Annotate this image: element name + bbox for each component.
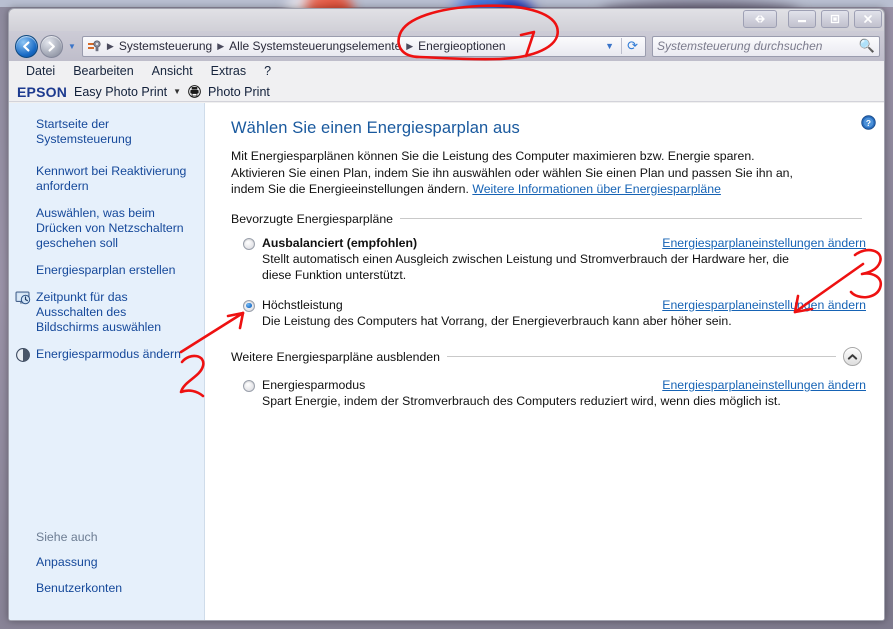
search-input-placeholder[interactable]: Systemsteuerung durchsuchen (657, 39, 859, 53)
preferred-plans-header: Bevorzugte Energiesparpläne (231, 212, 866, 226)
divider (400, 218, 862, 219)
menu-extras[interactable]: Extras (202, 64, 255, 78)
brightness-icon (16, 348, 30, 362)
window-controls (743, 10, 882, 28)
search-box[interactable]: Systemsteuerung durchsuchen 🔍 (652, 35, 880, 57)
breadcrumb-item-2[interactable]: Energieoptionen (415, 39, 508, 53)
plan-description: Spart Energie, indem der Stromverbrauch … (262, 394, 781, 408)
chevron-up-icon[interactable] (843, 347, 862, 366)
plan-settings-link[interactable]: Energiesparplaneinstellungen ändern (644, 378, 866, 392)
sidebar-item-require-password[interactable]: Kennwort bei Reaktivierung anfordern (9, 164, 204, 194)
epson-toolbar: EPSON Easy Photo Print ▼ Photo Print (9, 82, 884, 102)
content-area: Startseite der Systemsteuerung Kennwort … (9, 103, 884, 620)
plan-radio-hoechstleistung[interactable] (243, 299, 255, 312)
monitor-clock-icon (15, 291, 31, 305)
see-also-link-anpassung[interactable]: Anpassung (36, 555, 193, 570)
back-button[interactable] (15, 34, 38, 58)
recent-pages-dropdown-icon[interactable]: ▼ (68, 42, 76, 51)
title-bar[interactable] (9, 9, 884, 31)
see-also-heading: Siehe auch (36, 530, 98, 544)
maximize-button[interactable] (821, 10, 849, 28)
plan-radio-ausbalanciert[interactable] (243, 237, 255, 250)
sidebar-item-label: Zeitpunkt für das Ausschalten des Bildsc… (36, 290, 162, 334)
page-title: Wählen Sie einen Energiesparplan aus (231, 119, 520, 137)
plan-settings-link[interactable]: Energiesparplaneinstellungen ändern (644, 298, 866, 312)
plan-description: Die Leistung des Computers hat Vorrang, … (262, 313, 732, 328)
menu-bearbeiten[interactable]: Bearbeiten (64, 64, 142, 78)
chevron-down-icon[interactable]: ▼ (173, 87, 181, 96)
sidebar-item-change-sleep-settings[interactable]: Energiesparmodus ändern (9, 347, 204, 362)
plan-settings-link[interactable]: Energiesparplaneinstellungen ändern (644, 236, 866, 250)
intro-text: Mit Energiesparplänen können Sie die Lei… (231, 148, 811, 198)
forward-button[interactable] (40, 34, 63, 58)
breadcrumb-separator: ▶ (217, 40, 225, 51)
plan-item-energiesparmodus[interactable]: Energiesparmodus Energiesparplaneinstell… (231, 378, 866, 410)
plan-header-row: Energiesparmodus Energiesparplaneinstell… (243, 378, 866, 392)
more-plans-header: Weitere Energiesparpläne ausblenden (231, 347, 866, 366)
search-icon[interactable]: 🔍 (859, 38, 875, 54)
epson-logo: EPSON (17, 83, 68, 100)
plan-name[interactable]: Ausbalanciert (empfohlen) (262, 236, 644, 250)
menu-ansicht[interactable]: Ansicht (143, 64, 202, 78)
menu-help[interactable]: ? (255, 64, 280, 78)
help-icon[interactable]: ? (861, 115, 876, 130)
breadcrumb-item-1[interactable]: Alle Systemsteuerungselemente (226, 39, 404, 53)
easy-photo-print-button[interactable]: Easy Photo Print (74, 85, 167, 99)
main-panel: ? Wählen Sie einen Energiesparplan aus M… (205, 103, 884, 620)
sidebar: Startseite der Systemsteuerung Kennwort … (9, 103, 205, 620)
refresh-icon[interactable]: ⟳ (621, 38, 643, 54)
resize-arrows-icon[interactable] (743, 10, 777, 28)
close-button[interactable] (854, 10, 882, 28)
sidebar-item-create-power-plan[interactable]: Energiesparplan erstellen (9, 263, 204, 278)
see-also-link-benutzerkonten[interactable]: Benutzerkonten (36, 581, 193, 596)
plan-header-row: Höchstleistung Energiesparplaneinstellun… (243, 298, 866, 312)
plan-name[interactable]: Höchstleistung (262, 298, 644, 312)
more-plans-label[interactable]: Weitere Energiesparpläne ausblenden (231, 350, 440, 364)
printer-icon (188, 85, 201, 98)
chevron-down-icon[interactable]: ▼ (598, 41, 621, 51)
preferred-plans-label: Bevorzugte Energiesparpläne (231, 211, 394, 226)
plan-header-row: Ausbalanciert (empfohlen) Energiesparpla… (243, 236, 866, 250)
plan-item-ausbalanciert[interactable]: Ausbalanciert (empfohlen) Energiesparpla… (231, 236, 866, 284)
plan-radio-energiesparmodus[interactable] (243, 380, 255, 392)
divider (446, 356, 836, 357)
sidebar-item-label: Energiesparmodus ändern (36, 347, 181, 361)
see-also-section: Siehe auch Anpassung Benutzerkonten (9, 530, 205, 607)
plan-item-hoechstleistung[interactable]: Höchstleistung Energiesparplaneinstellun… (231, 298, 866, 330)
menu-bar: Datei Bearbeiten Ansicht Extras ? (9, 61, 884, 82)
sidebar-item-display-turnoff-time[interactable]: Zeitpunkt für das Ausschalten des Bildsc… (9, 290, 204, 335)
breadcrumb-separator: ▶ (106, 40, 114, 51)
photo-print-button[interactable]: Photo Print (208, 85, 270, 99)
control-panel-window: ▼ ▶ Systemsteuerung ▶ Alle Systemsteueru… (8, 8, 885, 621)
plan-name[interactable]: Energiesparmodus (262, 378, 644, 392)
menu-datei[interactable]: Datei (17, 64, 64, 78)
svg-text:?: ? (866, 118, 871, 128)
more-info-link[interactable]: Weitere Informationen über Energiesparpl… (472, 182, 721, 196)
sidebar-item-power-button-action[interactable]: Auswählen, was beim Drücken von Netzscha… (9, 206, 204, 251)
breadcrumb-separator: ▶ (406, 40, 414, 51)
sidebar-item-control-panel-home[interactable]: Startseite der Systemsteuerung (9, 117, 204, 147)
address-bar[interactable]: ▶ Systemsteuerung ▶ Alle Systemsteuerung… (81, 35, 646, 57)
minimize-button[interactable] (788, 10, 816, 28)
breadcrumb-item-0[interactable]: Systemsteuerung (116, 39, 215, 53)
address-bar-row: ▼ ▶ Systemsteuerung ▶ Alle Systemsteueru… (9, 31, 884, 61)
plan-description: Stellt automatisch einen Ausgleich zwisc… (262, 251, 790, 283)
control-panel-icon (87, 39, 101, 51)
